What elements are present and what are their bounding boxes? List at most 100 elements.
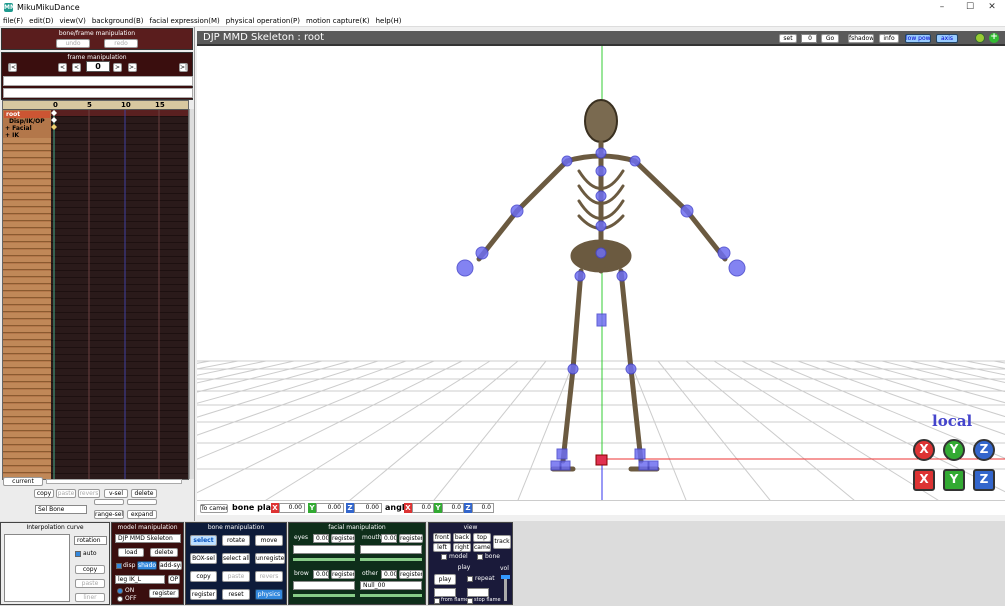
timeline-row-track[interactable] bbox=[51, 257, 189, 263]
volume-handle[interactable] bbox=[501, 575, 510, 579]
ik-off-radio[interactable] bbox=[117, 596, 123, 602]
timeline-row-track[interactable] bbox=[51, 124, 189, 130]
timeline-row-track[interactable] bbox=[51, 320, 189, 326]
bone-revers-button[interactable]: revers bbox=[255, 571, 283, 582]
mouth-value[interactable]: 0.000 bbox=[381, 534, 397, 543]
timeline-row-track[interactable] bbox=[51, 446, 189, 452]
v-sel-button[interactable]: v-sel bbox=[104, 489, 128, 498]
timeline-bone-slot[interactable] bbox=[3, 215, 51, 221]
timeline-bone-slot[interactable] bbox=[3, 404, 51, 410]
timeline-row-track[interactable] bbox=[51, 173, 189, 179]
timeline-bone-slot[interactable] bbox=[3, 320, 51, 326]
view-left-button[interactable]: left bbox=[433, 543, 451, 552]
timeline-row-track[interactable] bbox=[51, 404, 189, 410]
timeline-bone-slot[interactable] bbox=[3, 250, 51, 256]
other-value[interactable]: 0.000 bbox=[381, 570, 397, 579]
view-bone-checkbox[interactable] bbox=[477, 554, 483, 560]
menu-view[interactable]: view(V) bbox=[56, 17, 88, 25]
timeline-row-track[interactable] bbox=[51, 348, 189, 354]
timeline-bone-slot[interactable] bbox=[3, 439, 51, 445]
timeline-row-track[interactable] bbox=[51, 278, 189, 284]
timeline-row-track[interactable] bbox=[51, 250, 189, 256]
timeline-bone-slot[interactable] bbox=[3, 383, 51, 389]
timeline-row-track[interactable] bbox=[51, 159, 189, 165]
model-register-button[interactable]: register bbox=[149, 589, 179, 598]
3d-viewport[interactable]: local X Y Z X Y Z bbox=[197, 31, 1005, 515]
timeline-bone-slot[interactable] bbox=[3, 313, 51, 319]
op-button[interactable]: OP bbox=[168, 575, 180, 584]
next-frame-button[interactable]: > bbox=[113, 63, 122, 72]
bone-reset-button[interactable]: reset bbox=[222, 589, 250, 600]
view-front-button[interactable]: front bbox=[433, 533, 451, 542]
physics-button[interactable]: physics bbox=[255, 589, 283, 600]
bone-paste-button[interactable]: paste bbox=[222, 571, 250, 582]
from-frame-checkbox[interactable] bbox=[434, 598, 440, 604]
timeline-bone-slot[interactable] bbox=[3, 194, 51, 200]
timeline-bone-slot[interactable] bbox=[3, 152, 51, 158]
sel-bone-dropdown[interactable]: Sel Bone bbox=[35, 505, 87, 514]
stop-frame-input[interactable] bbox=[467, 588, 489, 597]
from-frame-input[interactable] bbox=[434, 588, 456, 597]
model-select[interactable]: DJP MMD Skeleton bbox=[115, 534, 181, 543]
timeline-row-root[interactable]: root bbox=[4, 111, 50, 118]
interpolation-type-select[interactable]: rotation bbox=[74, 536, 107, 545]
angle-y-value[interactable]: 0.0 bbox=[442, 503, 464, 513]
timeline-bone-slot[interactable] bbox=[3, 229, 51, 235]
timeline-row-ik[interactable]: + IK bbox=[5, 132, 19, 139]
go-button[interactable]: Go bbox=[821, 34, 839, 43]
timeline-row-track[interactable] bbox=[51, 236, 189, 242]
timeline-row-track[interactable] bbox=[51, 117, 189, 123]
timeline-row-track[interactable] bbox=[51, 453, 189, 459]
add-icon[interactable]: + bbox=[989, 33, 999, 43]
range-sel-button[interactable]: range-sel bbox=[94, 510, 124, 519]
timeline-row-track[interactable] bbox=[51, 432, 189, 438]
timeline-bone-slot[interactable] bbox=[3, 390, 51, 396]
redo-button[interactable]: redo bbox=[104, 39, 138, 48]
paste-frame-button[interactable]: paste bbox=[56, 489, 76, 498]
timeline-row-track[interactable] bbox=[51, 383, 189, 389]
timeline-row-track[interactable] bbox=[51, 229, 189, 235]
timeline-row-track[interactable] bbox=[51, 376, 189, 382]
view-top-button[interactable]: top bbox=[473, 533, 491, 542]
timeline-bone-slot[interactable] bbox=[3, 460, 51, 466]
menu-help[interactable]: help(H) bbox=[373, 17, 405, 25]
expand-button[interactable]: expand bbox=[127, 510, 157, 519]
play-button[interactable]: play bbox=[434, 574, 456, 585]
timeline-row-track[interactable] bbox=[51, 243, 189, 249]
timeline-bone-slot[interactable] bbox=[3, 187, 51, 193]
timeline-bone-slot[interactable] bbox=[3, 355, 51, 361]
copy-frame-button[interactable]: copy bbox=[34, 489, 54, 498]
timeline-row-track[interactable] bbox=[51, 306, 189, 312]
undo-button[interactable]: undo bbox=[56, 39, 90, 48]
timeline-row-track[interactable] bbox=[51, 362, 189, 368]
timeline-row-track[interactable] bbox=[51, 327, 189, 333]
move-z-gizmo[interactable]: Z bbox=[973, 469, 995, 491]
timeline-bone-slot[interactable] bbox=[3, 285, 51, 291]
view-right-button[interactable]: right bbox=[453, 543, 471, 552]
timeline-bone-slot[interactable] bbox=[3, 306, 51, 312]
timeline-row-track[interactable] bbox=[51, 299, 189, 305]
brow-select[interactable] bbox=[293, 581, 355, 590]
ik-select[interactable]: leg IK_L bbox=[115, 575, 165, 584]
interp-paste-button[interactable]: paste bbox=[75, 579, 105, 588]
interp-copy-button[interactable]: copy bbox=[75, 565, 105, 574]
angle-x-value[interactable]: 0.0 bbox=[412, 503, 434, 513]
bone-x-value[interactable]: 0.00 bbox=[279, 503, 305, 513]
timeline-row-track[interactable] bbox=[51, 131, 189, 137]
view-back-button[interactable]: back bbox=[453, 533, 471, 542]
timeline-bone-slot[interactable] bbox=[3, 292, 51, 298]
frame-set-input[interactable]: 0 bbox=[801, 34, 817, 43]
timeline-row-track[interactable] bbox=[51, 201, 189, 207]
prev-keyframe-button[interactable]: < bbox=[58, 63, 67, 72]
view-track-button[interactable]: track bbox=[493, 535, 511, 549]
timeline-bone-slot[interactable] bbox=[3, 222, 51, 228]
timeline-bone-slot[interactable] bbox=[3, 348, 51, 354]
timeline-bone-slot[interactable] bbox=[3, 166, 51, 172]
revers-frame-button[interactable]: revers bbox=[78, 489, 100, 498]
rotate-z-gizmo[interactable]: Z bbox=[973, 439, 995, 461]
timeline-bone-slot[interactable] bbox=[3, 299, 51, 305]
timeline-row-track[interactable] bbox=[51, 138, 189, 144]
timeline-bone-slot[interactable] bbox=[3, 159, 51, 165]
timeline-bone-slot[interactable] bbox=[3, 418, 51, 424]
menu-motion-capture[interactable]: motion capture(K) bbox=[303, 17, 373, 25]
